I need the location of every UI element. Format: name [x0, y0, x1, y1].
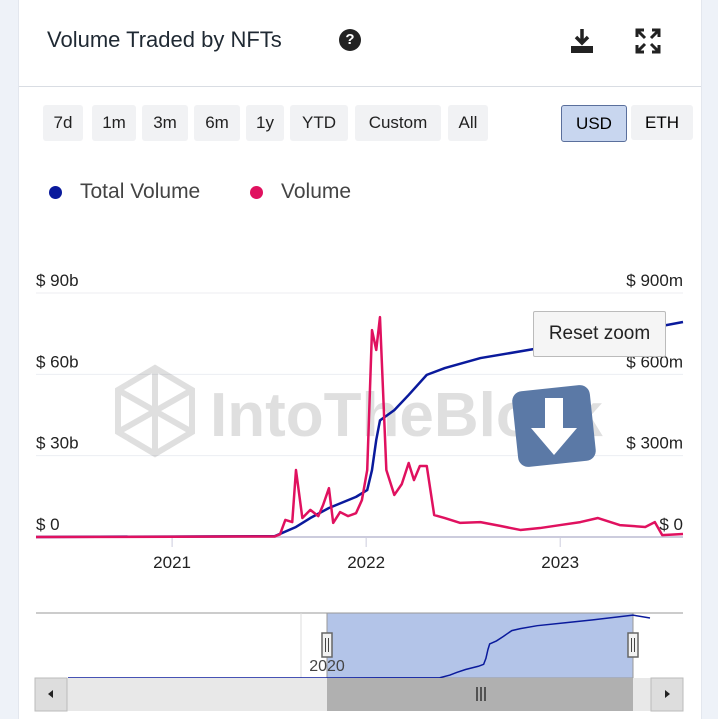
x-tick-label: 2022 [347, 553, 385, 572]
navigator-handle-right[interactable] [627, 632, 639, 658]
y-right-tick-label: $ 300m [626, 434, 683, 453]
y-left-tick-label: $ 60b [36, 352, 79, 371]
scrollbar-thumb[interactable] [327, 678, 633, 711]
navigator-selection[interactable] [326, 612, 634, 679]
y-left-tick-label: $ 0 [36, 515, 60, 534]
x-tick-label: 2023 [541, 553, 579, 572]
navigator-handle-left[interactable] [321, 632, 333, 658]
y-left-tick-label: $ 30b [36, 434, 79, 453]
y-right-tick-label: $ 0 [659, 515, 683, 534]
chart-svg: $ 0 $ 0$ 30b $ 300m$ 60b $ 600m$ 90b $ 900mI… [34, 271, 684, 712]
navigator-label: 2020 [309, 658, 345, 675]
y-right-tick-label: $ 900m [626, 271, 683, 290]
reset-zoom-button[interactable]: Reset zoom [533, 311, 666, 357]
x-tick-label: 2021 [153, 553, 191, 572]
y-left-tick-label: $ 90b [36, 271, 79, 290]
download-arrow-icon [512, 385, 596, 467]
